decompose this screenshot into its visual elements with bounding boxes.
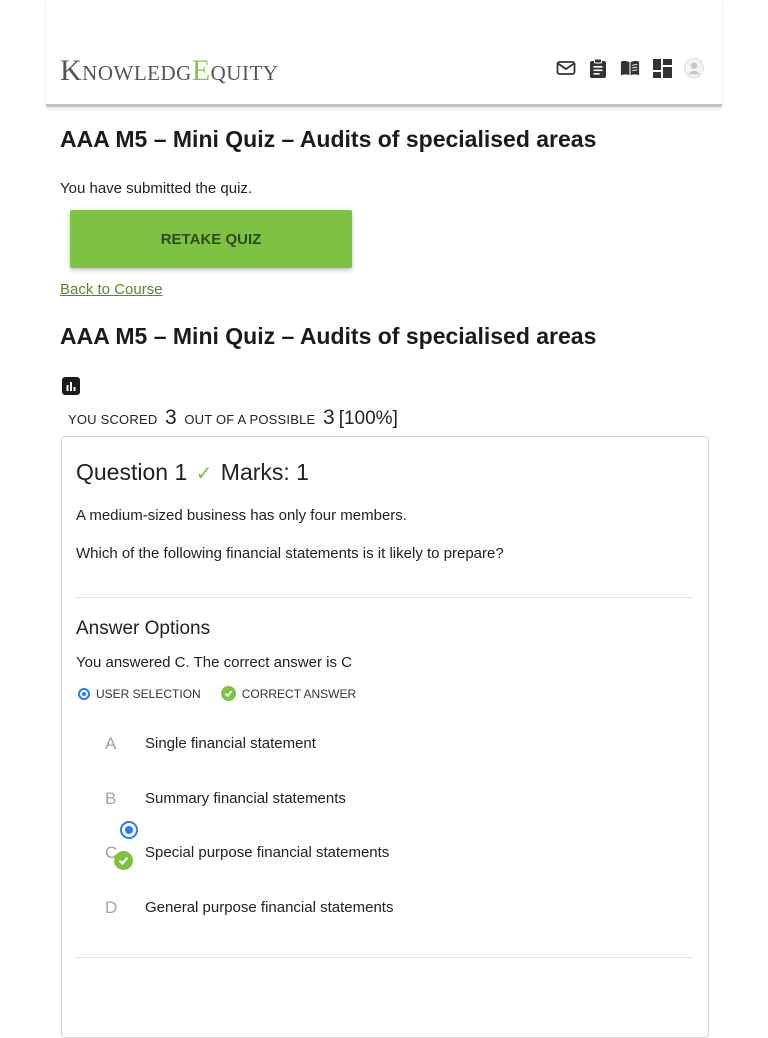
question-title: Question 1 ✓ Marks: 1	[76, 459, 309, 486]
answer-option-a[interactable]: A Single financial statement	[102, 734, 682, 764]
option-text: Summary financial statements	[145, 790, 346, 807]
page-title: AAA M5 – Mini Quiz – Audits of specialis…	[60, 126, 597, 152]
correct-answer-check-icon	[220, 686, 236, 701]
score-percent: [100%]	[338, 408, 398, 429]
header-icon-bar	[556, 58, 704, 78]
divider	[76, 957, 693, 958]
option-letter: A	[105, 734, 117, 753]
bar-chart-icon	[62, 377, 80, 395]
legend-correct-answer: CORRECT ANSWER	[220, 686, 357, 701]
score-value: 3	[165, 406, 177, 429]
book-icon[interactable]	[620, 58, 640, 78]
option-letter: B	[105, 789, 117, 808]
answer-option-c[interactable]: C Special purpose financial statements	[102, 821, 682, 873]
option-text: Special purpose financial statements	[145, 844, 390, 861]
score-middle: out of a possible	[184, 412, 316, 427]
option-text: Single financial statement	[145, 735, 316, 752]
question-text-line-2: Which of the following financial stateme…	[76, 545, 504, 562]
answer-options-title: Answer Options	[76, 618, 211, 639]
answer-option-b[interactable]: B Summary financial statements	[102, 789, 682, 819]
option-text: General purpose financial statements	[145, 899, 394, 916]
retake-quiz-button[interactable]: RETAKE QUIZ	[70, 210, 352, 268]
knowledgequity-logo[interactable]: KnowledgEquity	[60, 54, 278, 88]
score-total: 3	[323, 406, 335, 429]
logo-text-quity: quity	[210, 54, 279, 87]
legend-user-selection: USER SELECTION	[78, 687, 201, 701]
submitted-message: You have submitted the quiz.	[60, 180, 253, 197]
dashboard-icon[interactable]	[652, 58, 672, 78]
correct-check-icon: ✓	[195, 463, 213, 485]
back-to-course-link[interactable]: Back to Course	[60, 281, 163, 298]
question-number: Question 1	[76, 459, 188, 485]
legend-user-selection-label: USER SELECTION	[96, 686, 201, 701]
legend-correct-answer-label: CORRECT ANSWER	[241, 686, 357, 701]
logo-text-e: E	[191, 54, 211, 87]
question-text-line-1: A medium-sized business has only four me…	[76, 507, 407, 524]
site-header: KnowledgEquity	[46, 0, 722, 107]
clipboard-icon[interactable]	[588, 58, 608, 78]
score-prefix: You scored	[68, 412, 158, 427]
correct-answer-check-icon	[114, 851, 133, 870]
logo-text-knowledg: Knowledg	[60, 54, 192, 87]
option-letter: D	[105, 898, 118, 917]
question-marks: Marks: 1	[220, 459, 309, 485]
answer-option-d[interactable]: D General purpose financial statements	[102, 898, 682, 928]
mail-icon[interactable]	[556, 58, 576, 78]
results-title: AAA M5 – Mini Quiz – Audits of specialis…	[60, 323, 597, 349]
answer-legend: USER SELECTION CORRECT ANSWER	[78, 686, 376, 701]
user-avatar-icon[interactable]	[684, 58, 704, 78]
user-selection-radio-icon	[120, 821, 138, 839]
answer-summary: You answered C. The correct answer is C	[76, 654, 352, 671]
score-summary: You scored 3 out of a possible 3 [100%]	[68, 406, 398, 430]
user-selection-radio-icon	[78, 687, 90, 700]
question-card: Question 1 ✓ Marks: 1 A medium-sized bus…	[61, 436, 709, 1038]
divider	[76, 597, 693, 598]
